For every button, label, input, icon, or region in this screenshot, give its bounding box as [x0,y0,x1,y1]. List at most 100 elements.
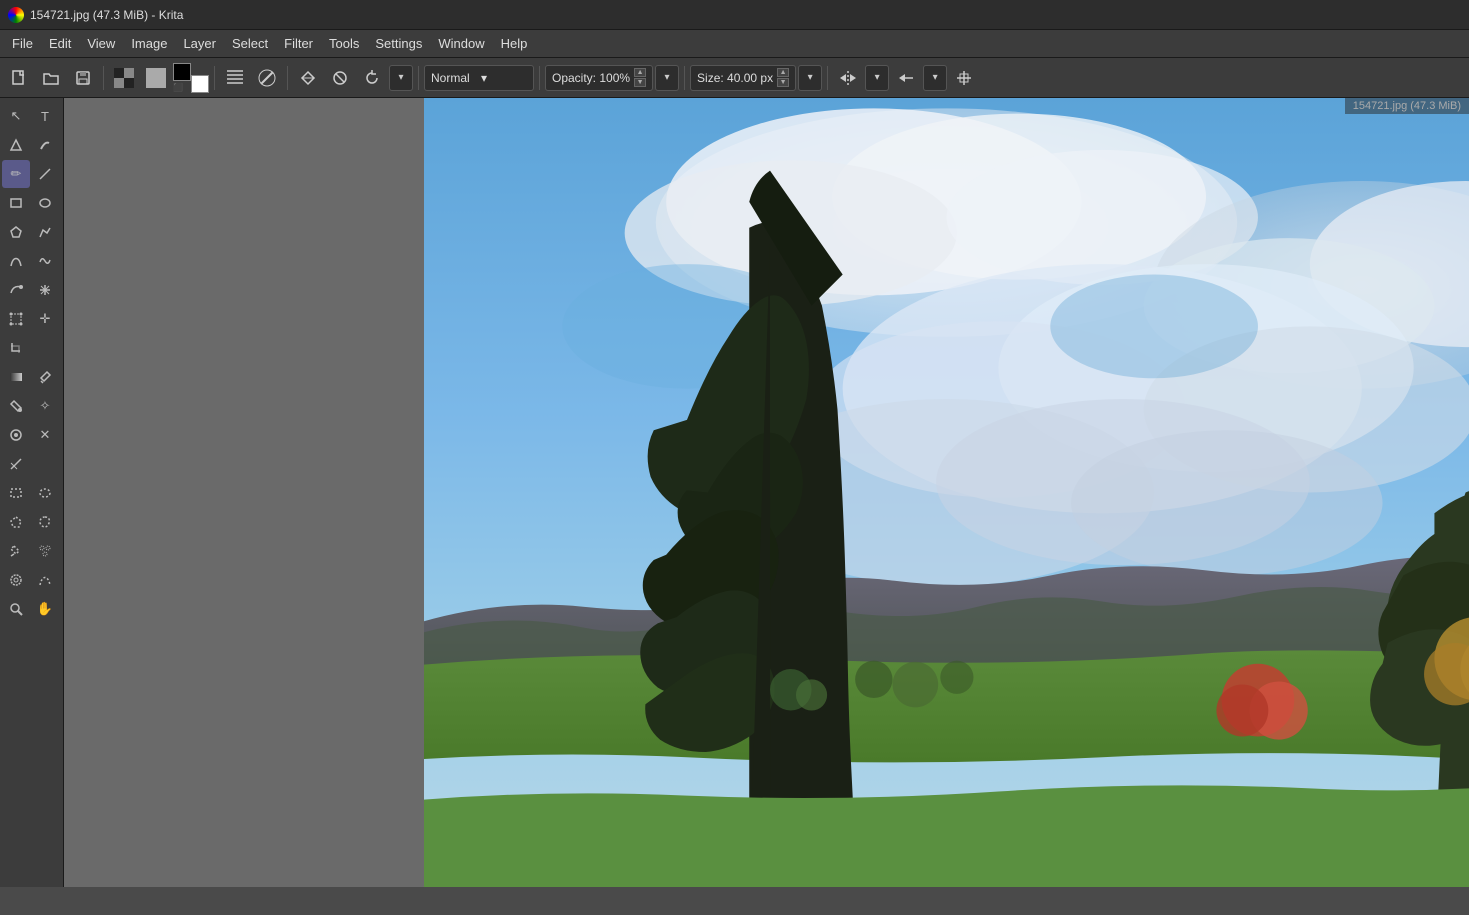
canvas-offcanvas-area [64,98,424,887]
color-bg-swatch[interactable] [191,75,209,93]
status-bar: 154721.jpg (47.3 MiB) [1345,98,1469,114]
toolbar: ⬛ ▾ [0,58,1469,98]
tool-row-16 [2,537,61,565]
opacity-up-btn[interactable]: ▲ [634,68,646,77]
polygon-select-btn[interactable] [2,508,30,536]
menu-image[interactable]: Image [123,32,175,55]
separator-4 [418,66,419,90]
freehand-select-btn[interactable] [31,508,59,536]
line-tool-btn[interactable] [31,160,59,188]
gray-swatch-btn[interactable] [141,63,171,93]
menu-file[interactable]: File [4,32,41,55]
blend-mode-dropdown[interactable]: Normal ▾ [424,65,534,91]
freehand-brush-btn[interactable]: ✏ [2,160,30,188]
reload-brush-btn[interactable] [357,63,387,93]
rect-select-btn[interactable] [2,479,30,507]
eyedropper-tool-btn[interactable] [31,363,59,391]
menu-edit[interactable]: Edit [41,32,79,55]
menu-help[interactable]: Help [493,32,536,55]
size-dropdown[interactable]: ▾ [798,65,822,91]
calligraphy-tool-btn[interactable] [31,131,59,159]
measure-tool-btn[interactable] [2,450,30,478]
tool-row-14 [2,479,61,507]
polygon-tool-btn[interactable] [2,218,30,246]
fill-tool-btn[interactable] [2,392,30,420]
size-label: Size: 40.00 px [697,71,773,85]
separator-3 [287,66,288,90]
pan-tool-btn[interactable]: ✋ [31,595,59,623]
separator-1 [103,66,104,90]
contiguous-select-btn[interactable] [2,537,30,565]
tool-row-6 [2,247,61,275]
brush-preset-icon-btn[interactable] [252,63,282,93]
opacity-down-btn[interactable]: ▼ [634,78,646,87]
rectangle-tool-btn[interactable] [2,189,30,217]
crop-tool-btn[interactable] [2,334,30,362]
new-button[interactable] [4,63,34,93]
menu-filter[interactable]: Filter [276,32,321,55]
menu-tools[interactable]: Tools [321,32,367,55]
canvas-position-btn[interactable] [949,63,979,93]
color-reset-icon[interactable]: ⬛ [173,83,183,93]
tool-row-17 [2,566,61,594]
magnetic-select-btn[interactable] [2,566,30,594]
tool-row-12: ✕ [2,421,61,449]
mirror-dropdown[interactable]: ▾ [865,65,889,91]
menu-select[interactable]: Select [224,32,276,55]
color-fg-swatch[interactable] [173,63,191,81]
menu-settings[interactable]: Settings [367,32,430,55]
save-button[interactable] [68,63,98,93]
preserve-alpha-btn[interactable] [325,63,355,93]
multibrush-btn[interactable] [31,276,59,304]
tool-row-13 [2,450,61,478]
separator-5 [539,66,540,90]
gradient-tool-btn[interactable] [2,363,30,391]
ellipse-select-btn[interactable] [31,479,59,507]
bezier-select-btn[interactable] [31,566,59,594]
freehand-path-btn[interactable] [31,247,59,275]
polyline-tool-btn[interactable] [31,218,59,246]
size-up-btn[interactable]: ▲ [777,68,789,77]
pattern-btn[interactable] [109,63,139,93]
similar-select-btn[interactable] [31,537,59,565]
opacity-control: Opacity: 100% ▲ ▼ [545,65,653,91]
wrap-btn[interactable] [891,63,921,93]
title-bar: 154721.jpg (47.3 MiB) - Krita [0,0,1469,30]
size-down-btn[interactable]: ▼ [777,78,789,87]
brush-options-dropdown[interactable]: ▾ [389,65,413,91]
bezier-tool-btn[interactable] [2,247,30,275]
menu-layer[interactable]: Layer [175,32,224,55]
canvas-document[interactable]: 154721.jpg (47.3 MiB) [424,98,1469,887]
zoom-tool-btn[interactable] [2,595,30,623]
smart-patch-btn[interactable]: ✧ [31,392,59,420]
opacity-spinners: ▲ ▼ [634,68,646,87]
dynamic-brush-btn[interactable] [2,276,30,304]
move-tool-btn[interactable]: ✛ [31,305,59,333]
transform-tool-btn[interactable] [2,305,30,333]
tool-row-4 [2,189,61,217]
toolbox: ↖ T ✏ [0,98,64,887]
tool-row-15 [2,508,61,536]
tool-row-18: ✋ [2,595,61,623]
enclose-fill-btn[interactable] [2,421,30,449]
erase-btn[interactable] [293,63,323,93]
menu-bar: File Edit View Image Layer Select Filter… [0,30,1469,58]
menu-view[interactable]: View [79,32,123,55]
menu-window[interactable]: Window [430,32,492,55]
ellipse-tool-btn[interactable] [31,189,59,217]
canvas-image [424,98,1469,887]
assistants-btn[interactable]: ✕ [31,421,59,449]
mirror-h-btn[interactable] [833,63,863,93]
shape-tool-btn[interactable] [2,131,30,159]
open-button[interactable] [36,63,66,93]
tool-row-11: ✧ [2,392,61,420]
brush-presets-btn[interactable] [220,63,250,93]
opacity-dropdown[interactable]: ▾ [655,65,679,91]
select-tool-btn[interactable]: ↖ [2,102,30,130]
tool-row-5 [2,218,61,246]
text-tool-btn[interactable]: T [31,102,59,130]
tool-row-1: ↖ T [2,102,61,130]
krita-logo-icon [8,7,24,23]
color-fg-bg[interactable]: ⬛ [173,63,209,93]
wrap-dropdown[interactable]: ▾ [923,65,947,91]
